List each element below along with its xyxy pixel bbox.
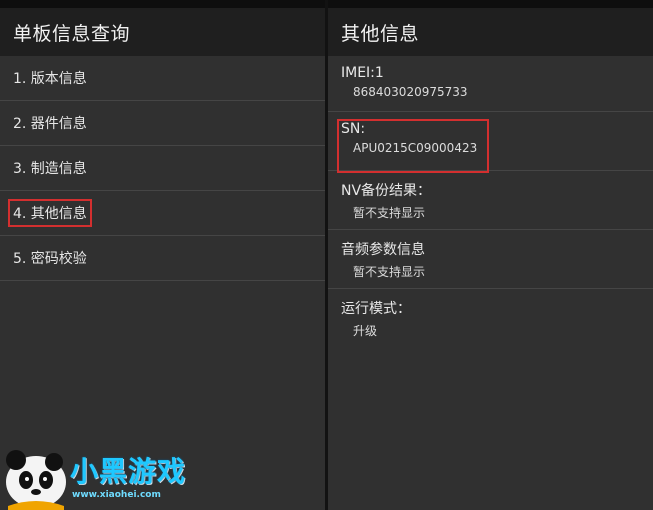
status-bar [328,0,653,8]
menu-item-label: 2. 器件信息 [13,116,87,132]
status-bar [0,0,325,8]
sn-highlight-box [337,119,489,173]
info-row-imei: IMEI:1 868403020975733 [328,56,653,112]
menu-item-label: 3. 制造信息 [13,161,87,177]
page-title: 单板信息查询 [0,8,325,56]
info-label: IMEI:1 [341,65,384,81]
info-value: 868403020975733 [353,85,468,99]
info-row-run-mode: 运行模式： 升级 [328,289,653,348]
menu-item-components[interactable]: 2. 器件信息 [0,101,325,146]
menu-item-label: 1. 版本信息 [13,71,87,87]
menu-item-password-check[interactable]: 5. 密码校验 [0,236,325,281]
left-pane: 单板信息查询 1. 版本信息 2. 器件信息 3. 制造信息 4. 其他信息 5… [0,0,325,510]
menu-item-label-highlighted: 4. 其他信息 [8,199,92,227]
info-row-nv-backup: NV备份结果： 暂不支持显示 [328,171,653,230]
menu-item-manufacturing[interactable]: 3. 制造信息 [0,146,325,191]
right-pane: 其他信息 IMEI:1 868403020975733 SN: APU0215C… [328,0,653,510]
info-label: NV备份结果： [341,183,432,199]
detail-title: 其他信息 [328,8,653,56]
info-value: 升级 [353,324,378,338]
info-row-audio-params: 音频参数信息 暂不支持显示 [328,230,653,289]
info-value: 暂不支持显示 [353,206,426,220]
menu-item-other[interactable]: 4. 其他信息 [0,191,325,236]
info-label: 音频参数信息 [341,242,425,258]
watermark-url: www.xiaohei.com [72,490,161,500]
info-value: 暂不支持显示 [353,265,426,279]
menu-item-label: 5. 密码校验 [13,251,87,267]
watermark-logo-text: 小黑游戏 [70,455,187,488]
info-label: 运行模式： [341,301,411,317]
menu-item-version[interactable]: 1. 版本信息 [0,56,325,101]
